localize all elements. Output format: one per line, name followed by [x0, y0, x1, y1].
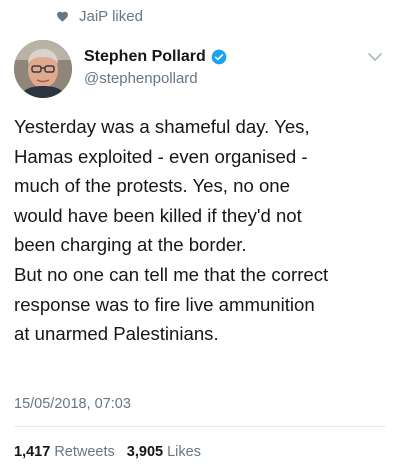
social-context-text[interactable]: JaiP liked	[79, 8, 143, 25]
retweets-label: Retweets	[54, 444, 115, 460]
retweets-stat[interactable]: 1,417 Retweets	[14, 444, 115, 460]
tweet-text-line: much of the protests. Yes, no one	[14, 175, 290, 197]
social-context: JaiP liked	[56, 8, 143, 25]
chevron-down-icon[interactable]	[368, 52, 382, 62]
tweet-text-line: at unarmed Palestinians.	[14, 323, 219, 345]
tweet-text-line: response was to fire live ammunition	[14, 293, 315, 315]
tweet-text-line: Hamas exploited - even organised -	[14, 145, 308, 167]
divider	[14, 426, 386, 427]
tweet-header: Stephen Pollard @stephenpollard	[14, 40, 386, 102]
likes-stat[interactable]: 3,905 Likes	[127, 444, 201, 460]
heart-icon	[56, 10, 69, 23]
verified-badge-icon	[211, 49, 227, 65]
tweet-text: Yesterday was a shameful day. Yes, Hamas…	[14, 112, 386, 349]
tweet-text-line: Yesterday was a shameful day. Yes,	[14, 116, 310, 137]
avatar[interactable]	[14, 40, 72, 98]
tweet-text-line: would have been killed if they'd not	[14, 204, 302, 226]
tweet-stats: 1,417 Retweets 3,905 Likes	[14, 444, 201, 460]
likes-count: 3,905	[126, 444, 164, 460]
tweet-timestamp[interactable]: 15/05/2018, 07:03	[14, 396, 131, 412]
author-info: Stephen Pollard @stephenpollard	[84, 48, 227, 87]
tweet-text-line: But no one can tell me that the correct	[14, 263, 329, 285]
author-name[interactable]: Stephen Pollard	[84, 48, 206, 66]
tweet-text-line: been charging at the border.	[14, 234, 247, 256]
retweets-count: 1,417	[14, 444, 51, 460]
author-handle[interactable]: @stephenpollard	[84, 70, 227, 87]
likes-label: Likes	[167, 444, 201, 460]
